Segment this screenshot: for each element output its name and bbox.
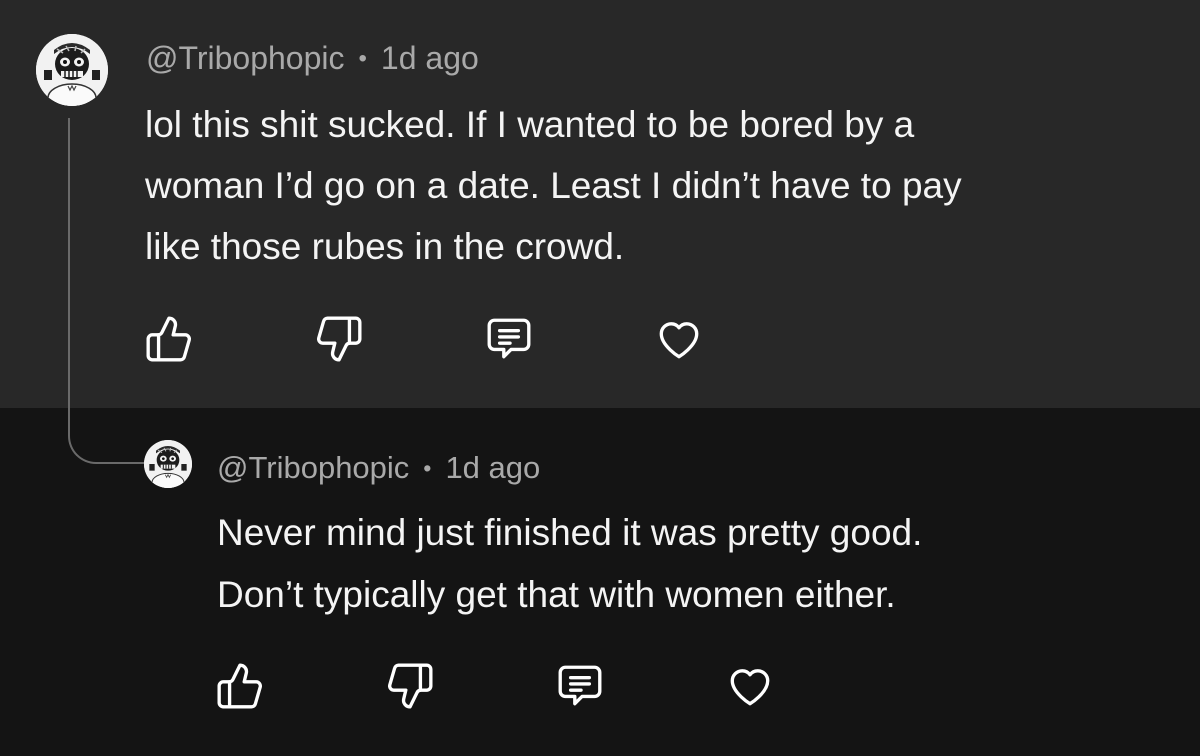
meta-separator: •	[358, 44, 367, 72]
heart-icon	[730, 669, 770, 706]
thumbs-up-icon	[146, 316, 191, 362]
meta-separator: •	[423, 454, 432, 481]
favorite-button[interactable]	[653, 313, 705, 365]
thumbs-down-icon	[317, 316, 362, 362]
comment-actions	[143, 313, 705, 365]
favorite-button[interactable]	[724, 660, 776, 712]
skull-avatar-icon	[36, 34, 108, 106]
reply-timestamp: 1d ago	[445, 450, 541, 485]
like-button[interactable]	[143, 313, 195, 365]
heart-icon	[659, 322, 699, 359]
thread-connector-line	[68, 118, 150, 464]
reply-button[interactable]	[483, 313, 535, 365]
skull-avatar-icon	[144, 440, 192, 488]
dislike-button[interactable]	[384, 660, 436, 712]
dislike-button[interactable]	[313, 313, 365, 365]
reply-text: Never mind just finished it was pretty g…	[217, 512, 923, 615]
comment-timestamp: 1d ago	[380, 40, 479, 76]
avatar[interactable]	[36, 34, 108, 106]
thumbs-up-icon	[217, 663, 262, 709]
reply-avatar[interactable]	[144, 440, 192, 488]
comment-author[interactable]: @Tribophopic	[146, 40, 345, 77]
reply-author[interactable]: @Tribophopic	[217, 450, 409, 486]
comment-text: lol this shit sucked. If I wanted to be …	[145, 104, 962, 267]
reply-actions	[214, 660, 776, 712]
reply-icon	[487, 318, 531, 359]
reply-icon	[558, 665, 602, 706]
like-button[interactable]	[214, 660, 266, 712]
reply-meta: @Tribophopic • 1d ago	[217, 450, 540, 486]
reply-button[interactable]	[554, 660, 606, 712]
comment-meta: @Tribophopic • 1d ago	[146, 40, 479, 77]
thumbs-down-icon	[388, 663, 433, 709]
